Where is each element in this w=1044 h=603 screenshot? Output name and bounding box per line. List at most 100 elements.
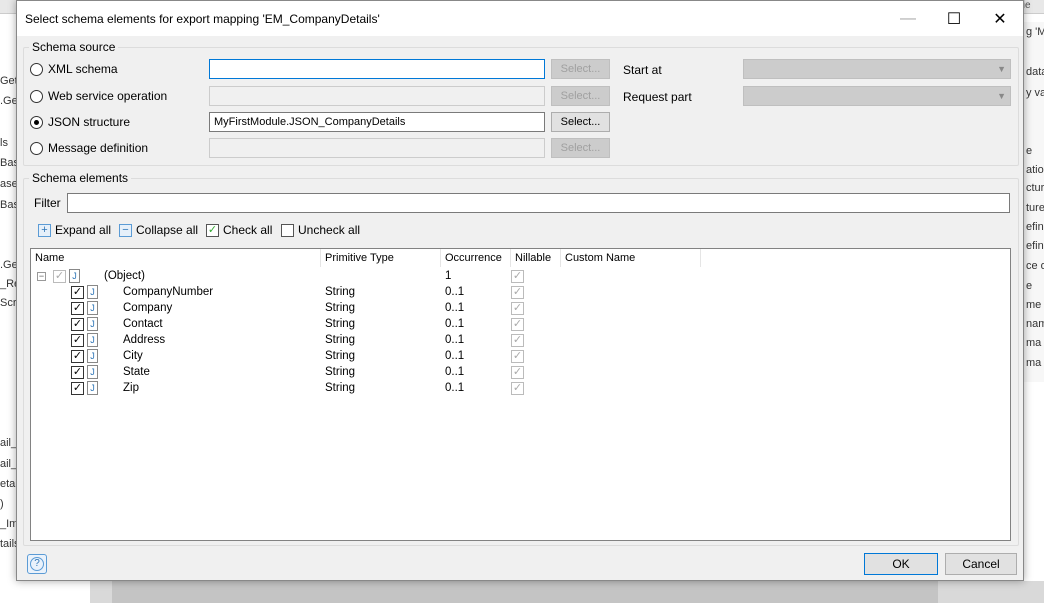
occurrence: 0..1 (445, 350, 465, 362)
include-checkbox[interactable]: ✓ (71, 350, 84, 363)
background-text: e (1026, 280, 1033, 292)
table-row[interactable]: ✓ J Address String 0..1 ✓ (31, 333, 1010, 349)
start-at-combobox[interactable]: ▼ (743, 59, 1011, 79)
collapse-all-label: Collapse all (136, 223, 199, 237)
background-text: ) (0, 498, 4, 510)
minimize-button[interactable]: — (885, 1, 931, 36)
table-row[interactable]: ✓ J Contact String 0..1 ✓ (31, 317, 1010, 333)
table-row[interactable]: ✓ J Company String 0..1 ✓ (31, 301, 1010, 317)
chevron-down-icon: ▼ (997, 91, 1006, 101)
help-button[interactable]: ? (27, 554, 47, 574)
checkbox-empty-icon (281, 223, 294, 237)
radio-message-definition[interactable]: Message definition (30, 141, 148, 155)
json-element-icon: J (87, 365, 98, 379)
radio-label: XML schema (48, 62, 118, 76)
select-button[interactable]: Select... (551, 86, 610, 106)
json-element-icon: J (69, 269, 80, 283)
background-text: ma (1026, 337, 1042, 349)
occurrence: 0..1 (445, 318, 465, 330)
radio-button[interactable] (30, 115, 43, 129)
include-checkbox[interactable]: ✓ (71, 318, 84, 331)
column-header[interactable]: Primitive Type (321, 249, 441, 267)
schema-source-label: Schema source (29, 40, 119, 54)
background-text: ce o (1026, 260, 1044, 272)
schema-source-field (209, 86, 545, 106)
tree-root-row[interactable]: − ✓ J (Object) 1 ✓ (31, 269, 1010, 285)
column-header[interactable]: Occurrence (441, 249, 511, 267)
collapse-toggle[interactable]: − (37, 272, 46, 281)
expand-all-button[interactable]: + Expand all (38, 223, 111, 237)
nillable-checkbox: ✓ (511, 270, 524, 283)
include-checkbox[interactable]: ✓ (71, 334, 84, 347)
primitive-type: String (325, 366, 356, 378)
occurrence: 0..1 (445, 286, 465, 298)
table-row[interactable]: ✓ J Zip String 0..1 ✓ (31, 381, 1010, 397)
table-row[interactable]: ✓ J City String 0..1 ✓ (31, 349, 1010, 365)
occurrence: 1 (445, 270, 452, 282)
ok-button[interactable]: OK (864, 553, 938, 575)
uncheck-all-button[interactable]: Uncheck all (281, 223, 360, 237)
check-all-button[interactable]: ✓ Check all (206, 223, 272, 237)
occurrence: 0..1 (445, 366, 465, 378)
background-text: efin (1026, 240, 1044, 252)
radio-button[interactable] (30, 62, 43, 76)
schema-source-field (209, 59, 545, 79)
primitive-type: String (325, 334, 356, 346)
json-element-icon: J (87, 285, 98, 299)
nillable-checkbox: ✓ (511, 350, 524, 363)
schema-source-field: MyFirstModule.JSON_CompanyDetails (209, 112, 545, 132)
element-name: City (123, 350, 143, 362)
radio-button[interactable] (30, 89, 43, 103)
element-name: Zip (123, 382, 139, 394)
request-part-combobox[interactable]: ▼ (743, 86, 1011, 106)
radio-button[interactable] (30, 141, 43, 155)
radio-json-structure[interactable]: JSON structure (30, 115, 130, 129)
element-name: Address (123, 334, 166, 346)
table-row[interactable]: ✓ J CompanyNumber String 0..1 ✓ (31, 285, 1010, 301)
cancel-button[interactable]: Cancel (945, 553, 1017, 575)
include-checkbox[interactable]: ✓ (71, 382, 84, 395)
select-button[interactable]: Select... (551, 59, 610, 79)
nillable-checkbox: ✓ (511, 366, 524, 379)
include-checkbox[interactable]: ✓ (53, 270, 66, 283)
column-header[interactable]: Nillable (511, 249, 561, 267)
background-bottom-panel (112, 581, 938, 603)
background-text: ation (1026, 164, 1044, 176)
primitive-type: String (325, 318, 356, 330)
json-element-icon: J (87, 349, 98, 363)
start-at-label: Start at (623, 63, 662, 77)
minus-icon: − (119, 223, 132, 237)
column-header[interactable]: Name (31, 249, 321, 267)
radio-label: JSON structure (48, 115, 131, 129)
column-header[interactable]: Custom Name (561, 249, 701, 267)
json-element-icon: J (87, 333, 98, 347)
dialog-title: Select schema elements for export mappin… (25, 12, 380, 26)
table-row[interactable]: ✓ J State String 0..1 ✓ (31, 365, 1010, 381)
include-checkbox[interactable]: ✓ (71, 302, 84, 315)
schema-source-field (209, 138, 545, 158)
radio-xml-schema[interactable]: XML schema (30, 62, 118, 76)
close-button[interactable]: ✕ (977, 1, 1023, 36)
request-part-label: Request part (623, 90, 692, 104)
element-name: (Object) (104, 270, 145, 282)
chevron-down-icon: ▼ (997, 64, 1006, 74)
include-checkbox[interactable]: ✓ (71, 286, 84, 299)
occurrence: 0..1 (445, 302, 465, 314)
nillable-checkbox: ✓ (511, 286, 524, 299)
plus-icon: + (38, 223, 51, 237)
element-name: Company (123, 302, 173, 314)
primitive-type: String (325, 350, 356, 362)
background-text: nam (1026, 318, 1044, 330)
filter-input[interactable] (67, 193, 1010, 213)
background-text: ma (1026, 357, 1042, 369)
schema-elements-label: Schema elements (29, 171, 132, 185)
background-right-panel: g 'Mdatay vaeationcturtureefinefince oem… (1024, 22, 1044, 382)
radio-label: Message definition (48, 141, 149, 155)
background-text: y va (1026, 87, 1044, 99)
select-button[interactable]: Select... (551, 138, 610, 158)
maximize-button[interactable]: ☐ (931, 1, 977, 36)
radio-web-service-operation[interactable]: Web service operation (30, 89, 167, 103)
collapse-all-button[interactable]: − Collapse all (119, 223, 198, 237)
select-button[interactable]: Select... (551, 112, 610, 132)
include-checkbox[interactable]: ✓ (71, 366, 84, 379)
